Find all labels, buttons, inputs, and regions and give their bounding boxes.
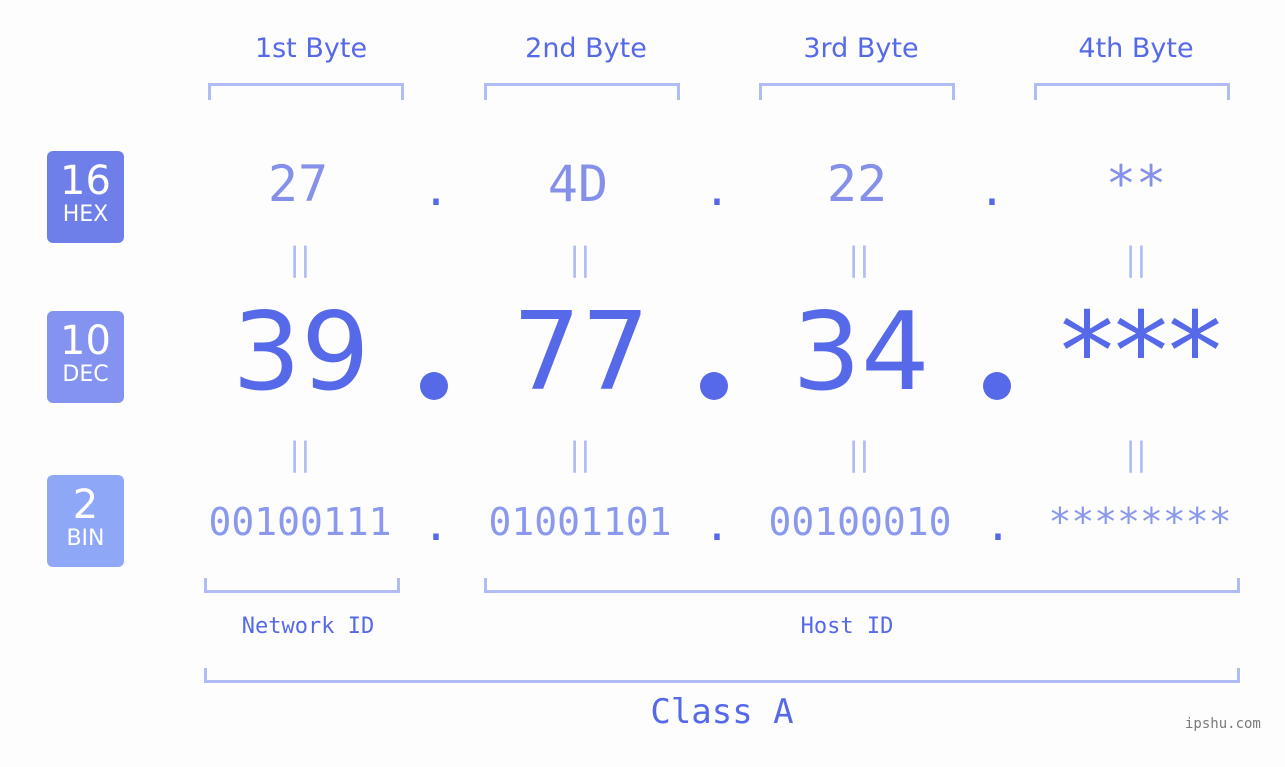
bin-badge: 2 BIN (47, 475, 124, 567)
hex-dot-3: . (978, 165, 1006, 216)
hex-badge-label: HEX (62, 202, 109, 227)
bin-byte-1: 00100111 (208, 500, 392, 544)
hex-badge-number: 16 (60, 158, 111, 204)
equals-icon: || (289, 435, 311, 473)
dec-badge: 10 DEC (47, 311, 124, 403)
bin-byte-3: 00100010 (768, 500, 952, 544)
equals-icon: || (848, 435, 870, 473)
byte-header-4: 4th Byte (1078, 33, 1194, 64)
hex-dot-1: . (422, 165, 450, 216)
equals-icon: || (1125, 435, 1147, 473)
dec-byte-4: *** (1060, 290, 1222, 415)
watermark: ipshu.com (1185, 716, 1261, 732)
dec-dot-3 (983, 372, 1011, 400)
bin-byte-4: ******** (1048, 500, 1232, 544)
class-label: Class A (650, 692, 794, 732)
byte-bracket-1 (208, 83, 404, 100)
byte-bracket-4 (1034, 83, 1230, 100)
class-bracket (204, 668, 1240, 683)
equals-icon: || (848, 240, 870, 278)
host-id-bracket (484, 578, 1240, 593)
equals-icon: || (569, 435, 591, 473)
dec-dot-2 (700, 372, 728, 400)
bin-badge-label: BIN (66, 526, 105, 551)
byte-header-1: 1st Byte (254, 33, 368, 64)
dec-dot-1 (420, 372, 448, 400)
dec-badge-number: 10 (60, 318, 111, 364)
dec-byte-3: 34 (792, 290, 930, 415)
network-id-bracket (204, 578, 400, 593)
byte-header-2: 2nd Byte (525, 33, 647, 64)
hex-byte-1: 27 (267, 155, 329, 213)
hex-byte-4: ** (1105, 155, 1167, 213)
hex-byte-3: 22 (826, 155, 888, 213)
network-id-label: Network ID (241, 614, 375, 639)
bin-byte-2: 01001101 (488, 500, 672, 544)
equals-icon: || (1125, 240, 1147, 278)
hex-badge: 16 HEX (47, 151, 124, 243)
dec-badge-label: DEC (62, 362, 109, 387)
host-id-label: Host ID (800, 614, 894, 639)
dec-byte-2: 77 (512, 290, 650, 415)
byte-bracket-2 (484, 83, 680, 100)
equals-icon: || (289, 240, 311, 278)
bin-dot-1: . (422, 500, 450, 551)
bin-badge-number: 2 (72, 482, 99, 528)
equals-icon: || (569, 240, 591, 278)
byte-bracket-3 (759, 83, 955, 100)
bin-dot-2: . (703, 500, 731, 551)
hex-byte-2: 4D (547, 155, 609, 213)
bin-dot-3: . (984, 500, 1012, 551)
hex-dot-2: . (703, 165, 731, 216)
dec-byte-1: 39 (232, 290, 370, 415)
byte-header-3: 3rd Byte (803, 33, 919, 64)
